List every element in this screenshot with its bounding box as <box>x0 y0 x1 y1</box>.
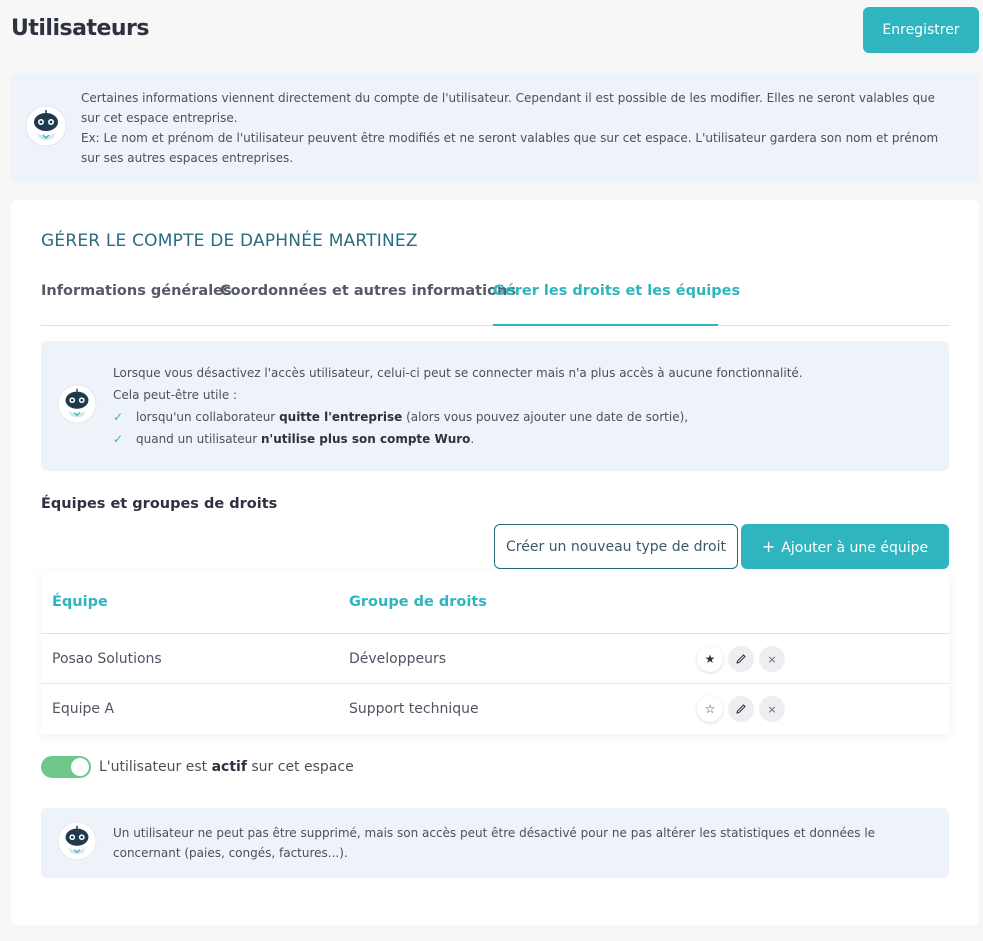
close-icon[interactable]: × <box>759 646 785 672</box>
section-title: Équipes et groupes de droits <box>41 496 278 512</box>
table-header: Équipe Groupe de droits <box>41 570 949 634</box>
add-to-team-button[interactable]: + Ajouter à une équipe <box>741 524 949 569</box>
plus-icon: + <box>761 537 776 556</box>
table-row: Equipe A Support technique ☆ × <box>41 684 949 734</box>
column-header-team: Équipe <box>52 594 108 610</box>
notice-line: Lorsque vous désactivez l'accès utilisat… <box>113 366 803 380</box>
access-notice: Lorsque vous désactivez l'accès utilisat… <box>41 341 949 471</box>
info-notice-top: Certaines informations viennent directem… <box>11 73 979 183</box>
tab-bar: Informations générales Coordonnées et au… <box>41 283 950 326</box>
save-button[interactable]: Enregistrer <box>863 7 979 53</box>
team-name: Posao Solutions <box>52 651 162 667</box>
robot-mascot-icon <box>57 821 97 865</box>
star-outline-icon[interactable]: ☆ <box>697 696 723 722</box>
label-text: sur cet espace <box>246 759 354 775</box>
row-actions: ★ × <box>697 646 785 672</box>
robot-mascot-icon <box>57 384 97 428</box>
rights-group: Support technique <box>349 701 479 717</box>
active-toggle-row: L'utilisateur est actif sur cet espace <box>41 756 354 778</box>
notice-text: Certaines informations viennent directem… <box>81 88 941 168</box>
bullet-text: lorsqu'un collaborateur <box>136 410 280 424</box>
bullet-bold: n'utilise plus son compte Wuro <box>261 432 471 446</box>
bullet-text: . <box>470 432 475 446</box>
bullet-text: (alors vous pouvez ajouter une date de s… <box>402 410 689 424</box>
notice-line: Certaines informations viennent directem… <box>81 91 936 125</box>
check-icon: ✓ <box>113 410 124 424</box>
tab-contact-info[interactable]: Coordonnées et autres informations <box>220 283 516 326</box>
column-header-rights-group: Groupe de droits <box>349 594 487 610</box>
active-toggle-label: L'utilisateur est actif sur cet espace <box>99 759 354 775</box>
teams-table: Équipe Groupe de droits Posao Solutions … <box>41 570 949 734</box>
table-row: Posao Solutions Développeurs ★ × <box>41 634 949 684</box>
star-filled-icon[interactable]: ★ <box>697 646 723 672</box>
team-name: Equipe A <box>52 701 115 717</box>
page-title: Utilisateurs <box>11 16 150 41</box>
notice-text: Lorsque vous désactivez l'accès utilisat… <box>113 362 803 450</box>
active-toggle[interactable] <box>41 756 91 778</box>
robot-mascot-icon <box>25 105 67 151</box>
close-icon[interactable]: × <box>759 696 785 722</box>
row-actions: ☆ × <box>697 696 785 722</box>
bullet-item: ✓ quand un utilisateur n'utilise plus so… <box>113 428 803 450</box>
notice-line: Ex: Le nom et prénom de l'utilisateur pe… <box>81 131 939 165</box>
button-label: Ajouter à une équipe <box>781 540 929 556</box>
deletion-notice: Un utilisateur ne peut pas être supprimé… <box>41 808 949 878</box>
create-right-type-button[interactable]: Créer un nouveau type de droit <box>494 524 738 569</box>
pencil-icon[interactable] <box>728 696 754 722</box>
label-text: L'utilisateur est <box>99 759 212 775</box>
rights-group: Développeurs <box>349 651 447 667</box>
notice-text: Un utilisateur ne peut pas être supprimé… <box>113 826 876 860</box>
bullet-text: quand un utilisateur <box>136 432 261 446</box>
check-icon: ✓ <box>113 432 124 446</box>
account-card: GÉRER LE COMPTE DE DAPHNÉE MARTINEZ Info… <box>11 200 979 925</box>
bullet-item: ✓ lorsqu'un collaborateur quitte l'entre… <box>113 406 803 428</box>
label-bold: actif <box>211 759 247 775</box>
tab-rights-teams[interactable]: Gérer les droits et les équipes <box>493 283 740 326</box>
tab-general-info[interactable]: Informations générales <box>41 283 232 326</box>
pencil-icon[interactable] <box>728 646 754 672</box>
account-title: GÉRER LE COMPTE DE DAPHNÉE MARTINEZ <box>41 231 418 251</box>
toggle-knob <box>71 758 89 776</box>
notice-line: Cela peut-être utile : <box>113 388 238 402</box>
bullet-bold: quitte l'entreprise <box>279 410 403 424</box>
